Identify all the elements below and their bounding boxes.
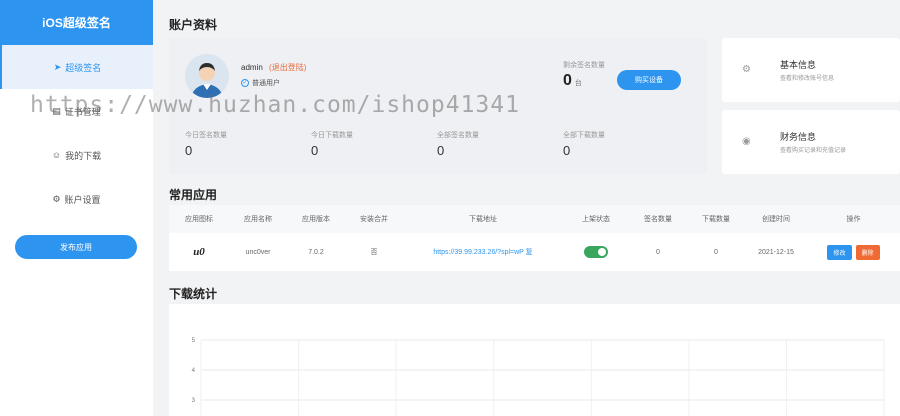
stat-value: 0 (563, 143, 571, 158)
delete-button[interactable]: 删除 (855, 244, 880, 260)
column-header: 安装合并 (360, 216, 388, 223)
publish-app-button[interactable]: 发布应用 (15, 235, 137, 259)
stat-total-downloads: 全部下载数量 0 (563, 130, 605, 158)
brand-title: iOS超级签名 (0, 0, 153, 45)
stat-value: 0 (437, 143, 445, 158)
sidebar-item-label: 超级签名 (65, 62, 102, 73)
remaining-count: 0 (563, 72, 572, 89)
download-chart-svg: 5 4 3 (192, 338, 885, 416)
status-cell (563, 246, 629, 258)
column-header: 应用图标 (185, 216, 213, 223)
column-header: 创建时间 (762, 216, 790, 223)
download-url-link[interactable]: https://39.99.233.26/?spl=wP 复 (403, 247, 563, 257)
y-tick-label: 4 (192, 368, 196, 374)
sidebar-item-account-settings[interactable]: ⚙ 账户设置 (0, 177, 153, 221)
download-count: 0 (714, 248, 718, 256)
stat-today-signs: 今日签名数量 0 (185, 130, 227, 158)
user-icon: ☺ (51, 150, 62, 160)
buy-devices-button[interactable]: 购买设备 (617, 70, 681, 90)
app-name: unc0ver (245, 248, 271, 256)
sidebar: iOS超级签名 ➤ 超级签名 ▤ 证书管理 ☺ 我的下载 ⚙ 账户设置 发布应用 (0, 0, 153, 416)
finance-info-card[interactable]: ◉ 财务信息 查看购买记录和充值记录 (722, 110, 900, 174)
app-icon-cell: u0 (169, 246, 229, 258)
stat-total-signs: 全部签名数量 0 (437, 130, 479, 158)
sidebar-item-super-sign[interactable]: ➤ 超级签名 (0, 45, 153, 89)
username: admin (241, 63, 263, 72)
remaining-signatures-label: 剩余签名数量 (563, 62, 605, 69)
check-icon: ✓ (241, 79, 249, 87)
remaining-signatures-value: 0台 (563, 72, 582, 90)
apps-table: 应用图标 应用名称 应用版本 安装合并 下载地址 上架状态 签名数量 下载数量 … (169, 205, 900, 271)
sign-count: 0 (656, 248, 660, 256)
user-type: ✓ 普通用户 (241, 78, 280, 88)
status-toggle[interactable] (584, 246, 608, 258)
send-icon: ➤ (53, 61, 62, 72)
sidebar-item-label: 账户设置 (64, 194, 101, 205)
stat-label: 今日签名数量 (185, 132, 227, 139)
download-stats-title: 下载统计 (169, 287, 218, 301)
user-type-label: 普通用户 (252, 80, 280, 87)
actions-cell: 修改 删除 (807, 244, 900, 260)
stat-label: 今日下载数量 (311, 132, 353, 139)
watermark: https://www.huzhan.com/ishop41341 (30, 92, 520, 118)
created-time: 2021-12-15 (758, 248, 794, 256)
column-header: 操作 (846, 216, 861, 223)
column-header: 应用版本 (302, 216, 330, 223)
main-content: 账户资料 admin (退出登陆) ✓ 普通用户 剩余签名数量 0台 购买设备 … (153, 0, 900, 416)
apps-section-title: 常用应用 (169, 188, 218, 202)
settings-icon: ⚙ (742, 64, 751, 75)
username-line: admin (退出登陆) (241, 62, 306, 73)
app-merge: 否 (370, 249, 378, 256)
info-desc: 查看购买记录和充值记录 (780, 148, 847, 154)
sidebar-item-downloads[interactable]: ☺ 我的下载 (0, 133, 153, 177)
stat-label: 全部签名数量 (437, 132, 479, 139)
stat-value: 0 (185, 143, 193, 158)
sidebar-item-label: 我的下载 (65, 150, 102, 161)
y-tick-label: 5 (192, 338, 196, 344)
stat-label: 全部下载数量 (563, 132, 605, 139)
wallet-icon: ◉ (742, 136, 751, 147)
info-title: 基本信息 (780, 60, 817, 70)
gear-icon: ⚙ (52, 193, 61, 204)
column-header: 应用名称 (244, 216, 272, 223)
account-section-title: 账户资料 (169, 18, 218, 32)
info-desc: 查看和修改账号信息 (780, 76, 835, 82)
info-title: 财务信息 (780, 132, 817, 142)
table-header: 应用图标 应用名称 应用版本 安装合并 下载地址 上架状态 签名数量 下载数量 … (169, 205, 900, 233)
column-header: 签名数量 (644, 216, 672, 223)
y-tick-label: 3 (192, 398, 196, 404)
table-row: u0 unc0ver 7.0.2 否 https://39.99.233.26/… (169, 233, 900, 271)
remaining-unit: 台 (574, 80, 582, 87)
logout-link[interactable]: (退出登陆) (269, 63, 306, 72)
stat-today-downloads: 今日下载数量 0 (311, 130, 353, 158)
basic-info-card[interactable]: ⚙ 基本信息 查看和修改账号信息 (722, 38, 900, 102)
edit-button[interactable]: 修改 (827, 244, 852, 260)
download-chart: 5 4 3 (169, 304, 900, 416)
sidebar-nav: ➤ 超级签名 ▤ 证书管理 ☺ 我的下载 ⚙ 账户设置 (0, 45, 153, 221)
stat-value: 0 (311, 143, 319, 158)
app-version: 7.0.2 (308, 248, 324, 256)
column-header: 下载地址 (469, 216, 497, 223)
app-logo-icon: u0 (193, 246, 205, 258)
column-header: 上架状态 (582, 216, 610, 223)
column-header: 下载数量 (702, 216, 730, 223)
